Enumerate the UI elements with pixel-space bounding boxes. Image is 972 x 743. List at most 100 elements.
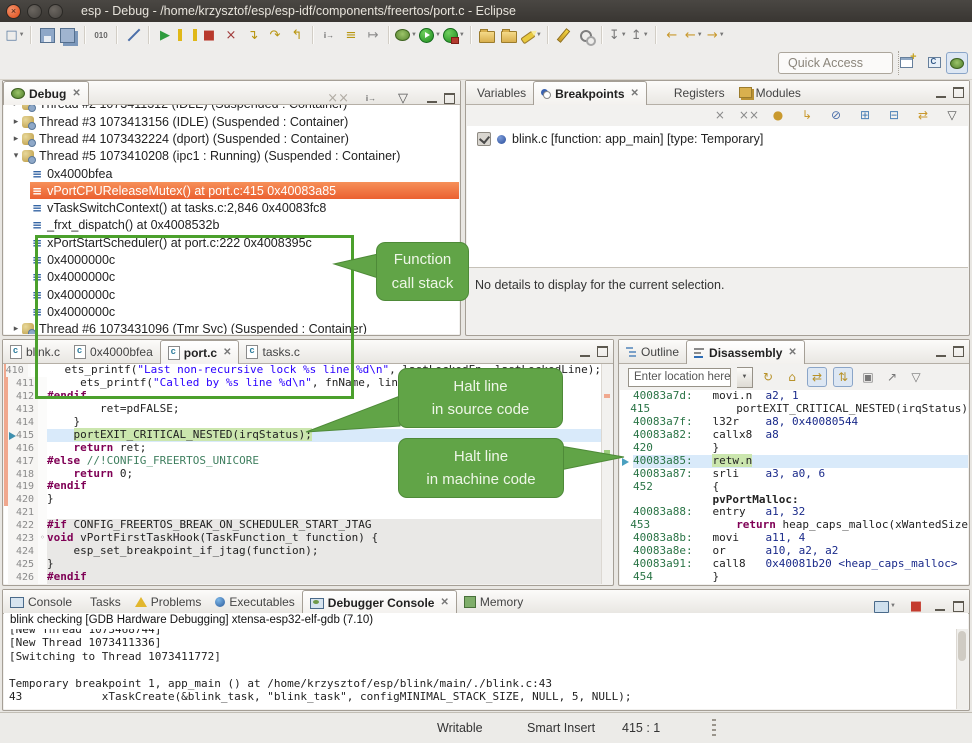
open-resource-button[interactable] [498,24,520,46]
debug-minimize-button[interactable] [427,93,437,103]
tab-debugger-console[interactable]: Debugger Console✕ [302,590,457,614]
tree-expander-icon[interactable]: ▾ [10,151,22,161]
go-to-file-for-breakpoint-button[interactable]: ↳ [796,104,818,126]
breakpoints-maximize-button[interactable] [953,87,964,98]
tree-expander-icon[interactable]: ▸ [10,117,22,127]
track-current-pc-button[interactable]: ⇅ [833,367,853,387]
thread-row[interactable]: ▸Thread #3 1073413156 (IDLE) (Suspended … [4,113,459,130]
last-edit-location-dropdown-icon[interactable]: ▼ [621,32,627,38]
tree-expander-icon[interactable]: ▸ [10,134,22,144]
show-stepping-filters-button[interactable]: ≡ [340,24,362,46]
new-wizard-button[interactable]: □▼ [4,24,26,46]
instruction-stepping-button[interactable]: i→ [318,24,340,46]
run-button[interactable]: ▼ [418,24,442,46]
view-menu-button[interactable]: ▽ [907,368,925,386]
back-dropdown-icon[interactable]: ▼ [697,32,703,38]
disassembly-line[interactable]: 454 } [620,571,968,584]
code-line-425[interactable]: 425} [4,558,601,571]
tree-expander-icon[interactable]: ▸ [10,324,22,334]
code-line-424[interactable]: 424 esp_set_breakpoint_if_jtag(function)… [4,545,601,558]
tab-close-icon[interactable]: ✕ [631,88,639,99]
window-minimize-button[interactable] [27,4,42,19]
suspend-button[interactable] [176,24,198,46]
window-maximize-button[interactable] [48,4,63,19]
step-return-button[interactable]: ↰ [286,24,308,46]
previous-annotation-button[interactable]: ↥▼ [629,24,651,46]
breakpoint-checkbox[interactable] [477,132,491,146]
tab-registers[interactable]: Registers [647,81,732,104]
thread-row[interactable]: ▸Thread #2 1073411312 (IDLE) (Suspended … [4,105,459,113]
tab-debug-close-icon[interactable]: ✕ [72,88,80,99]
status-drag-handle[interactable] [712,719,716,737]
stack-frame-row[interactable]: ≡0x4000000c [30,303,459,320]
tab-modules[interactable]: Modules [732,81,808,104]
debug-maximize-button[interactable] [444,93,455,104]
console-minimize-button[interactable] [935,601,945,611]
step-into-button[interactable]: ↴ [242,24,264,46]
breakpoint-types-button[interactable]: ↦ [362,24,384,46]
step-over-button[interactable]: ↷ [264,24,286,46]
back-simple-button[interactable]: ← [661,24,683,46]
disassembly-listing[interactable]: 40083a7d: movi.n a2, 1415 portEXIT_CRITI… [620,390,968,584]
open-new-view-button[interactable]: ↗ [883,368,901,386]
forward-button[interactable]: →▼ [705,24,727,46]
tree-expander-icon[interactable]: ▸ [10,105,22,109]
debug-perspective-button[interactable] [946,52,968,74]
external-tools-button[interactable]: ▼ [442,24,466,46]
thread-row[interactable]: ▾Thread #5 1073410208 (ipc1 : Running) (… [4,148,459,165]
editor-minimize-button[interactable] [580,347,590,357]
disassembly-maximize-button[interactable] [953,346,964,357]
expand-all-button[interactable]: ⊞ [854,104,876,126]
external-tools-dropdown-icon[interactable]: ▼ [459,32,465,38]
tab-tasks[interactable]: Tasks [79,590,128,613]
skip-all-breakpoints-button[interactable] [122,24,144,46]
tab-port-c[interactable]: port.c✕ [160,340,240,364]
thread-row[interactable]: ▸Thread #4 1073432224 (dport) (Suspended… [4,130,459,147]
terminate-button[interactable]: ■ [198,24,220,46]
stack-frame-row[interactable]: ≡vTaskSwitchContext() at tasks.c:2,846 0… [30,199,459,216]
sync-with-active-debug-context-button[interactable]: ⇄ [807,367,827,387]
cpp-perspective-button[interactable] [924,52,944,72]
last-edit-location-button[interactable]: ↧▼ [607,24,629,46]
tab-tasks-c[interactable]: tasks.c [239,340,306,363]
window-close-button[interactable]: × [6,4,21,19]
tab-blink-c[interactable]: blink.c [3,340,67,363]
debug-button[interactable]: ▼ [394,24,418,46]
tab-close-icon[interactable]: ✕ [223,347,231,358]
stack-frame-row[interactable]: ≡_frxt_dispatch() at 0x4008532b [30,217,459,234]
quick-access-input[interactable]: Quick Access [778,52,893,74]
breakpoints-minimize-button[interactable] [936,88,946,98]
view-menu-button[interactable]: ▽ [941,104,963,126]
disassembly-minimize-button[interactable] [936,347,946,357]
location-input[interactable]: Enter location here [628,368,731,387]
tab-outline[interactable]: Outline [619,340,686,363]
tab-close-icon[interactable]: ✕ [440,597,448,608]
resume-button[interactable]: ▶ [154,24,176,46]
tab-problems[interactable]: Problems [128,590,209,613]
new-disassembly-view-button[interactable]: ▣ [859,368,877,386]
remove-all-breakpoints-button[interactable]: ×× [738,104,760,126]
toggle-mark-occurrences-button[interactable] [553,24,575,46]
open-element-button[interactable] [476,24,498,46]
show-breakpoints-for-target-button[interactable]: ● [767,104,789,126]
tab-breakpoints[interactable]: Breakpoints✕ [533,81,647,105]
build-settings-button[interactable] [575,24,597,46]
console-output[interactable]: [New Thread 1073468744][New Thread 10734… [4,629,957,709]
skip-all-breakpoints-view-button[interactable]: ⊘ [825,104,847,126]
stack-frame-row[interactable]: ≡0x4000bfea [30,165,459,182]
new-wizard-dropdown-icon[interactable]: ▼ [19,32,25,38]
back-button[interactable]: ←▼ [683,24,705,46]
search-button[interactable]: ▼ [520,24,543,46]
forward-dropdown-icon[interactable]: ▼ [719,32,725,38]
editor-overview-ruler[interactable] [601,364,613,584]
collapse-all-button[interactable]: ⊟ [883,104,905,126]
debug-dropdown-icon[interactable]: ▼ [411,32,417,38]
location-dropdown-icon[interactable]: ▼ [737,367,753,388]
run-dropdown-icon[interactable]: ▼ [435,32,441,38]
thread-row[interactable]: ▸Thread #6 1073431096 (Tmr Svc) (Suspend… [4,321,459,334]
tab-variables[interactable]: Variables [466,81,533,104]
editor-maximize-button[interactable] [597,346,608,357]
tab-debug[interactable]: Debug ✕ [3,81,89,105]
tab-memory[interactable]: Memory [457,590,530,613]
tab-console[interactable]: Console [3,590,79,613]
